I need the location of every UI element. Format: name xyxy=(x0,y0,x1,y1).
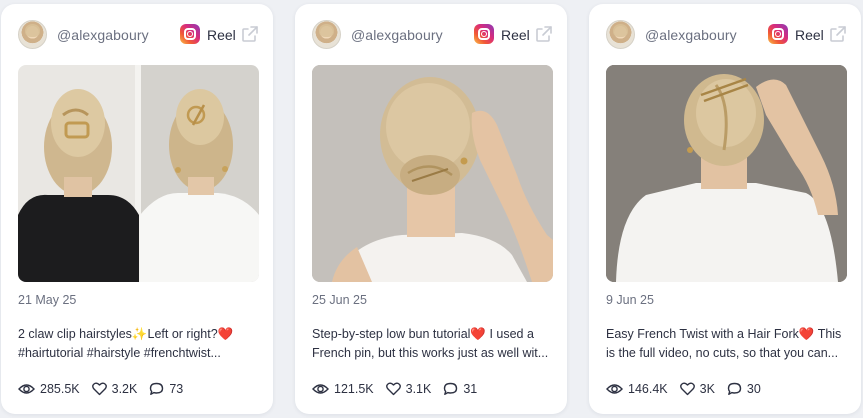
comments-count: 31 xyxy=(463,382,478,396)
post-type-label: Reel xyxy=(207,27,236,43)
post-date: 25 Jun 25 xyxy=(312,293,367,307)
comments-count: 30 xyxy=(746,382,761,396)
eye-icon xyxy=(312,384,329,394)
username[interactable]: @alexgaboury xyxy=(57,27,149,43)
likes-stat: 3.2K xyxy=(91,382,138,396)
post-card[interactable]: @alexgaboury Reel 9 Jun 25 Easy French T… xyxy=(589,4,861,414)
avatar[interactable] xyxy=(18,20,47,49)
likes-count: 3K xyxy=(699,382,715,396)
username[interactable]: @alexgaboury xyxy=(645,27,737,43)
comments-stat: 31 xyxy=(443,382,477,396)
eye-icon xyxy=(18,384,35,394)
post-caption: Step-by-step low bun tutorial❤️ I used a… xyxy=(312,325,552,363)
card-header: @alexgaboury Reel xyxy=(312,20,554,50)
post-thumbnail[interactable] xyxy=(606,65,847,282)
post-stats: 285.5K 3.2K 73 xyxy=(18,380,195,398)
views-count: 121.5K xyxy=(334,382,374,396)
instagram-icon xyxy=(768,24,788,44)
comments-stat: 30 xyxy=(727,382,761,396)
views-stat: 146.4K xyxy=(606,382,668,396)
caption-line: #hairtutorial #hairstyle #frenchtwist... xyxy=(18,346,221,360)
likes-count: 3.1K xyxy=(405,382,432,396)
post-caption: Easy French Twist with a Hair Fork❤️ Thi… xyxy=(606,325,846,363)
caption-line: Easy French Twist with a Hair Fork❤️ Thi… xyxy=(606,327,842,341)
caption-line: 2 claw clip hairstyles✨Left or right?❤️ xyxy=(18,327,234,341)
post-thumbnail[interactable] xyxy=(18,65,259,282)
external-link-icon[interactable] xyxy=(534,24,554,44)
post-stats: 121.5K 3.1K 31 xyxy=(312,380,489,398)
avatar[interactable] xyxy=(606,20,635,49)
external-link-icon[interactable] xyxy=(240,24,260,44)
external-link-icon[interactable] xyxy=(828,24,848,44)
likes-stat: 3.1K xyxy=(385,382,432,396)
eye-icon xyxy=(606,384,623,394)
heart-icon xyxy=(679,382,695,396)
username[interactable]: @alexgaboury xyxy=(351,27,443,43)
post-card[interactable]: @alexgaboury Reel 21 May 25 2 claw clip … xyxy=(1,4,273,414)
post-card[interactable]: @alexgaboury Reel 25 Jun 25 Step-by-step… xyxy=(295,4,567,414)
likes-count: 3.2K xyxy=(111,382,138,396)
comment-icon xyxy=(150,382,164,395)
caption-line: Step-by-step low bun tutorial❤️ I used a xyxy=(312,327,534,341)
caption-line: is the full video, no cuts, so that you … xyxy=(606,346,839,360)
instagram-icon xyxy=(180,24,200,44)
card-header: @alexgaboury Reel xyxy=(606,20,848,50)
views-count: 146.4K xyxy=(628,382,668,396)
card-header: @alexgaboury Reel xyxy=(18,20,260,50)
caption-line: French pin, but this works just as well … xyxy=(312,346,549,360)
avatar[interactable] xyxy=(312,20,341,49)
comments-count: 73 xyxy=(169,382,184,396)
post-caption: 2 claw clip hairstyles✨Left or right?❤️ … xyxy=(18,325,258,363)
post-stats: 146.4K 3K 30 xyxy=(606,380,773,398)
post-type-label: Reel xyxy=(795,27,824,43)
post-date: 21 May 25 xyxy=(18,293,77,307)
views-count: 285.5K xyxy=(40,382,80,396)
comments-stat: 73 xyxy=(149,382,183,396)
post-date: 9 Jun 25 xyxy=(606,293,654,307)
comment-icon xyxy=(444,382,458,395)
likes-stat: 3K xyxy=(679,382,715,396)
heart-icon xyxy=(385,382,401,396)
instagram-icon xyxy=(474,24,494,44)
heart-icon xyxy=(91,382,107,396)
post-thumbnail[interactable] xyxy=(312,65,553,282)
views-stat: 121.5K xyxy=(312,382,374,396)
comment-icon xyxy=(727,382,742,395)
post-type-label: Reel xyxy=(501,27,530,43)
views-stat: 285.5K xyxy=(18,382,80,396)
